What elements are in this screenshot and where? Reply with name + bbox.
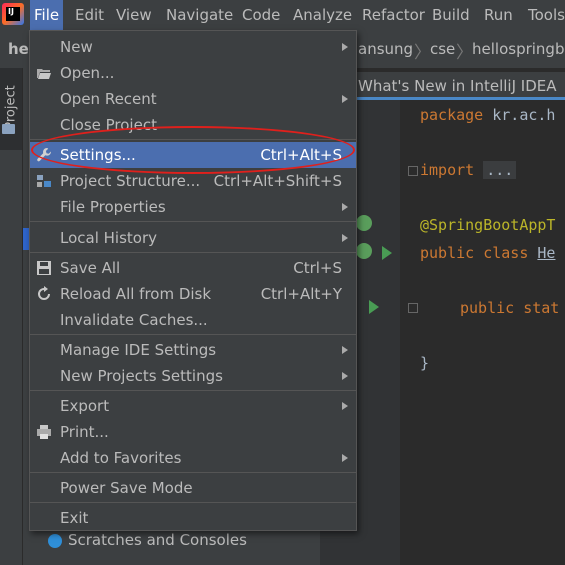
keyword-import: import (420, 161, 475, 179)
run-gutter-icon[interactable] (382, 246, 392, 260)
keyword-static: stat (523, 299, 560, 317)
keyword-package: package (420, 106, 484, 124)
menu-item-local-history[interactable]: Local History (30, 225, 356, 251)
menu-item-power-save-mode[interactable]: Power Save Mode (30, 475, 356, 501)
fold-marker-icon[interactable] (408, 303, 418, 313)
menu-separator (30, 221, 356, 222)
keyword-class: class (483, 244, 529, 262)
print-icon (37, 425, 51, 439)
menu-navigate[interactable]: Navigate (162, 0, 237, 30)
submenu-arrow-icon (342, 203, 348, 211)
breadcrumb-item-ansung[interactable]: ansung (358, 40, 413, 58)
code-line-class-declaration[interactable]: public class He (420, 244, 555, 262)
menu-item-label: Open... (60, 64, 115, 82)
breadcrumb-item-cse[interactable]: cse (430, 40, 455, 58)
reload-icon (38, 286, 50, 300)
menu-file[interactable]: File (30, 0, 64, 30)
submenu-arrow-icon (342, 43, 348, 51)
annotation-circle (31, 126, 355, 174)
submenu-arrow-icon (342, 454, 348, 462)
spring-bean-icon[interactable] (356, 243, 372, 259)
menu-item-open-recent[interactable]: Open Recent (30, 86, 356, 112)
menu-item-exit[interactable]: Exit (30, 505, 356, 531)
menu-item-new[interactable]: New (30, 34, 356, 60)
folder-icon (2, 124, 15, 134)
keyword-public: public (420, 244, 475, 262)
submenu-arrow-icon (342, 402, 348, 410)
menu-separator (30, 390, 356, 391)
menu-tools[interactable]: Tools (524, 0, 565, 30)
submenu-arrow-icon (342, 234, 348, 242)
breadcrumb-separator: 〉 (414, 43, 431, 63)
menu-item-shortcut: Ctrl+S (293, 259, 342, 277)
menu-item-label: Open Recent (60, 90, 157, 108)
menu-edit[interactable]: Edit (71, 0, 108, 30)
submenu-arrow-icon (342, 346, 348, 354)
menu-view[interactable]: View (112, 0, 156, 30)
menu-item-label: Exit (60, 509, 89, 527)
menu-item-add-to-favorites[interactable]: Add to Favorites (30, 445, 356, 471)
main-menubar: IJ File Edit View Navigate Code Analyze … (0, 0, 565, 30)
code-line-main-method[interactable]: public stat (460, 299, 559, 317)
menu-item-reload-all[interactable]: Reload All from Disk Ctrl+Alt+Y (30, 281, 356, 307)
menu-item-invalidate-caches[interactable]: Invalidate Caches... (30, 307, 356, 333)
menu-separator (30, 334, 356, 335)
menu-item-label: Export (60, 397, 110, 415)
menu-item-open[interactable]: Open... (30, 60, 356, 86)
class-name: He (537, 244, 556, 262)
menu-item-shortcut: Ctrl+Alt+Y (260, 285, 342, 303)
save-icon (37, 261, 51, 275)
menu-code[interactable]: Code (238, 0, 284, 30)
menu-separator (30, 252, 356, 253)
menu-item-file-properties[interactable]: File Properties (30, 194, 356, 220)
scratches-icon (48, 533, 62, 548)
menu-item-label: Manage IDE Settings (60, 341, 217, 359)
menu-item-save-all[interactable]: Save All Ctrl+S (30, 255, 356, 281)
menu-item-label: Add to Favorites (60, 449, 182, 467)
menu-item-label: Local History (60, 229, 158, 247)
import-fold[interactable]: ... (483, 161, 517, 179)
code-line-import[interactable]: import ... (420, 161, 517, 179)
menu-item-label: Reload All from Disk (60, 285, 212, 303)
menu-item-label: Save All (60, 259, 121, 277)
fold-marker-icon[interactable] (408, 166, 418, 176)
menu-item-label: Print... (60, 423, 109, 441)
menu-item-manage-ide-settings[interactable]: Manage IDE Settings (30, 337, 356, 363)
menu-separator (30, 472, 356, 473)
menu-item-export[interactable]: Export (30, 393, 356, 419)
menu-refactor[interactable]: Refactor (358, 0, 429, 30)
menu-item-label: Power Save Mode (60, 479, 193, 497)
menu-item-label: Invalidate Caches... (60, 311, 208, 329)
menu-item-print[interactable]: Print... (30, 419, 356, 445)
breadcrumb-item-hellospring[interactable]: hellospringbo (472, 40, 565, 58)
project-structure-icon (37, 175, 51, 187)
file-menu-dropdown: New Open... Open Recent Close Project Se… (29, 30, 357, 531)
menu-item-label: File Properties (60, 198, 166, 216)
intellij-logo-icon: IJ (2, 3, 24, 25)
menu-item-label: New (60, 38, 93, 56)
scratches-and-consoles-node[interactable]: Scratches and Consoles (48, 528, 247, 552)
folder-open-icon (37, 69, 51, 79)
package-name: kr.ac.h (483, 106, 556, 124)
code-line-package[interactable]: package kr.ac.h (420, 106, 555, 124)
scratches-label: Scratches and Consoles (68, 531, 247, 549)
code-line-annotation[interactable]: @SpringBootAppT (420, 216, 555, 234)
menu-item-label: New Projects Settings (60, 367, 223, 385)
menu-build[interactable]: Build (428, 0, 474, 30)
submenu-arrow-icon (342, 372, 348, 380)
run-gutter-icon[interactable] (369, 300, 379, 314)
keyword-public: public (460, 299, 515, 317)
menu-analyze[interactable]: Analyze (289, 0, 356, 30)
editor-tab-whats-new[interactable]: What's New in IntelliJ IDEA (352, 72, 565, 100)
breadcrumb-separator: 〉 (456, 43, 473, 63)
code-line-closing-brace[interactable]: } (420, 354, 429, 372)
menu-run[interactable]: Run (480, 0, 517, 30)
submenu-arrow-icon (342, 95, 348, 103)
menu-separator (30, 502, 356, 503)
spring-bean-icon[interactable] (356, 215, 372, 231)
menu-item-new-projects-settings[interactable]: New Projects Settings (30, 363, 356, 389)
